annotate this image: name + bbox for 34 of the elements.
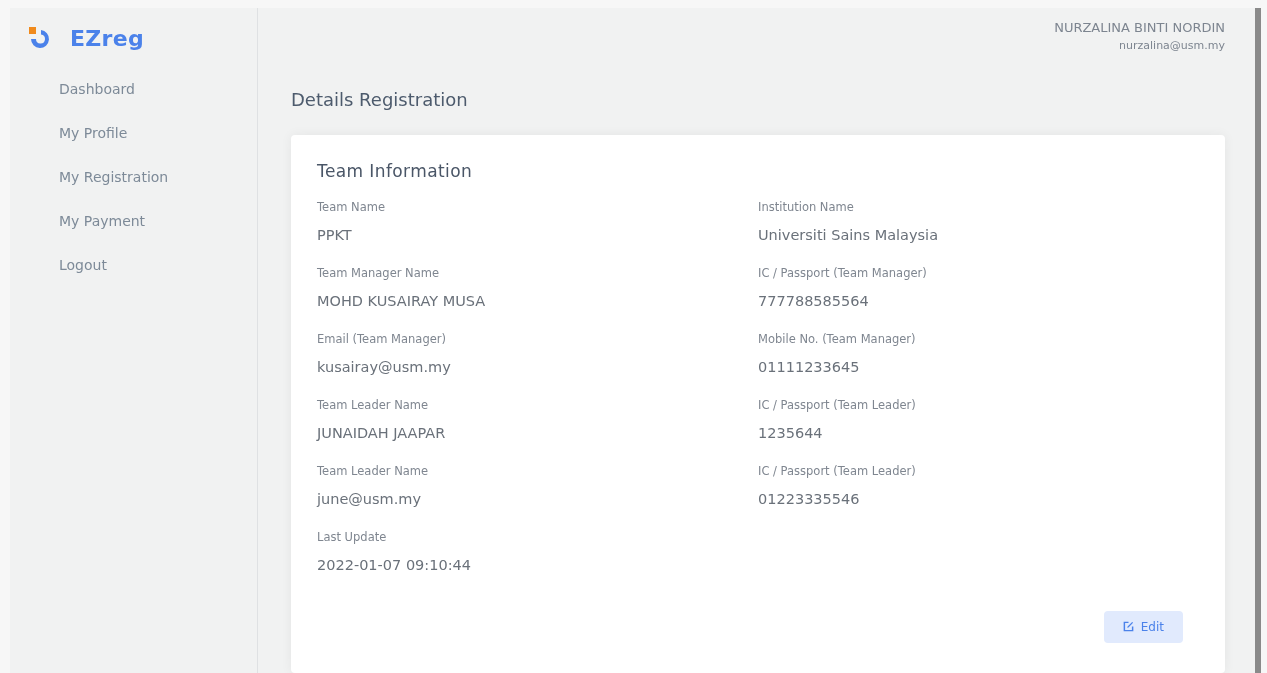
field-label: Team Leader Name [317,396,430,414]
field-label: Team Leader Name [317,462,430,480]
field-value: Universiti Sains Malaysia [758,225,940,245]
field-label: Team Name [317,198,386,216]
field-value: 01223335546 [758,489,861,509]
user-email: nurzalina@usm.my [1118,37,1225,54]
field-value: PPKT [317,225,353,245]
sidebar-item[interactable]: Dashboard [59,79,257,100]
card-title: Team Information [317,160,474,183]
field-label: Last Update [317,528,388,546]
sidebar-item[interactable]: My Payment [59,211,257,232]
field-label: Mobile No. (Team Manager) [758,330,917,348]
field-label: IC / Passport (Team Leader) [758,396,917,414]
field-value: JUNAIDAH JAAPAR [317,423,447,443]
field-label: IC / Passport (Team Leader) [758,462,917,480]
field-value: MOHD KUSAIRAY MUSA [317,291,487,311]
field-value: 01111233645 [758,357,861,377]
sidebar-item[interactable]: My Registration [59,167,257,188]
user-name: NURZALINA BINTI NORDIN [1053,19,1225,37]
edit-button[interactable]: Edit [1103,610,1183,643]
sidebar-item[interactable]: My Profile [59,123,257,144]
field-value: june@usm.my [317,489,422,509]
brand-name: EZreg [70,25,144,53]
edit-icon [1122,620,1134,632]
field-value: 2022-01-07 09:10:44 [317,555,472,575]
field-value: kusairay@usm.my [317,357,452,377]
field-label: Team Manager Name [317,264,441,282]
page-title: Details Registration [291,88,469,112]
field-value: 777788585564 [758,291,870,311]
field-label: IC / Passport (Team Manager) [758,264,928,282]
field-label: Institution Name [758,198,855,216]
sidebar-item[interactable]: Logout [59,255,257,276]
field-label: Email (Team Manager) [317,330,447,348]
field-value: 1235644 [758,423,824,443]
